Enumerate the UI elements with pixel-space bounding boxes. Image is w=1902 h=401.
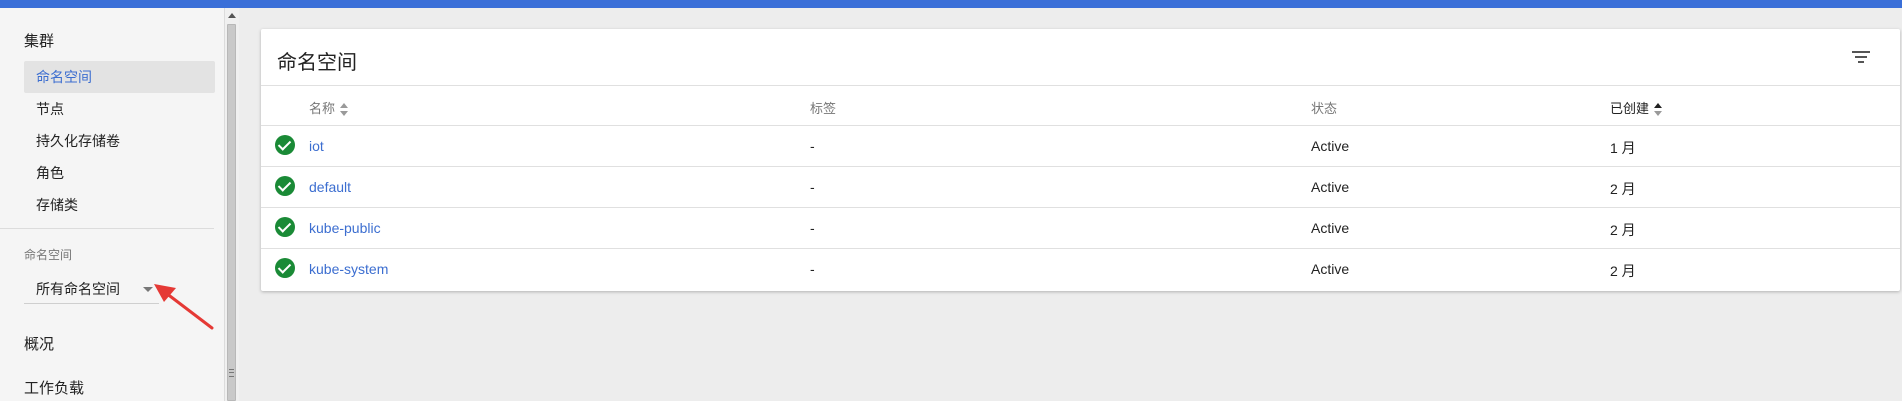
- annotation-arrow: [154, 284, 214, 330]
- namespace-labels: -: [810, 138, 815, 154]
- check-circle-icon: [275, 135, 295, 155]
- sidebar-scrollbar[interactable]: [224, 8, 239, 401]
- sidebar: 集群 命名空间 节点 持久化存储卷 角色 存储类 命名空间 所有命名空间 概况 …: [0, 8, 224, 401]
- table-row: kube-public - Active 2 月: [261, 207, 1900, 249]
- namespace-status: Active: [1311, 220, 1350, 236]
- sort-icon[interactable]: [1654, 102, 1663, 117]
- column-header-created[interactable]: 已创建: [1610, 98, 1663, 117]
- grip-icon: [229, 369, 234, 377]
- scroll-thumb[interactable]: [227, 24, 236, 401]
- namespace-created: 2 月: [1610, 181, 1636, 197]
- sidebar-item-workloads[interactable]: 工作负载: [24, 377, 84, 398]
- namespace-select[interactable]: 所有命名空间: [24, 274, 159, 304]
- column-header-labels: 标签: [810, 101, 837, 116]
- card-title: 命名空间: [277, 52, 357, 74]
- check-circle-icon: [275, 176, 295, 196]
- namespace-name-link[interactable]: kube-system: [309, 261, 388, 277]
- namespace-created: 1 月: [1610, 140, 1636, 156]
- column-header-status: 状态: [1311, 101, 1338, 116]
- column-header-name[interactable]: 名称: [309, 98, 349, 117]
- namespace-select-value: 所有命名空间: [36, 281, 120, 297]
- sort-icon[interactable]: [340, 102, 349, 117]
- scroll-up-icon[interactable]: [228, 13, 236, 18]
- namespace-created: 2 月: [1610, 263, 1636, 279]
- filter-icon[interactable]: [1852, 49, 1870, 65]
- table-row: iot - Active 1 月: [261, 125, 1900, 167]
- column-header-created-label: 已创建: [1610, 101, 1650, 116]
- sidebar-item-roles[interactable]: 角色: [24, 157, 215, 189]
- namespace-name-link[interactable]: kube-public: [309, 220, 381, 236]
- namespace-name-link[interactable]: iot: [309, 138, 324, 154]
- check-circle-icon: [275, 258, 295, 278]
- namespace-status: Active: [1311, 138, 1350, 154]
- sidebar-item-overview[interactable]: 概况: [24, 333, 54, 354]
- sidebar-divider: [0, 228, 214, 229]
- sidebar-item-persistent-volumes[interactable]: 持久化存储卷: [24, 125, 215, 157]
- table-row: kube-system - Active 2 月: [261, 248, 1900, 290]
- namespace-labels: -: [810, 220, 815, 236]
- table-row: default - Active 2 月: [261, 166, 1900, 208]
- namespace-labels: -: [810, 179, 815, 195]
- namespace-status: Active: [1311, 261, 1350, 277]
- sidebar-item-namespaces[interactable]: 命名空间: [24, 61, 215, 93]
- check-circle-icon: [275, 217, 295, 237]
- namespace-labels: -: [810, 261, 815, 277]
- namespace-label: 命名空间: [24, 248, 73, 262]
- column-header-name-label: 名称: [309, 101, 336, 116]
- top-bar: [0, 0, 1902, 8]
- namespace-created: 2 月: [1610, 222, 1636, 238]
- namespace-name-link[interactable]: default: [309, 179, 351, 195]
- sidebar-section-cluster[interactable]: 集群: [24, 30, 54, 51]
- card-header-divider: [261, 85, 1900, 86]
- sidebar-item-nodes[interactable]: 节点: [24, 93, 215, 125]
- namespaces-card: 命名空间 名称 标签 状态 已创建 iot - Active 1 月 defau…: [261, 29, 1900, 291]
- sidebar-item-storage-classes[interactable]: 存储类: [24, 189, 215, 221]
- namespace-status: Active: [1311, 179, 1350, 195]
